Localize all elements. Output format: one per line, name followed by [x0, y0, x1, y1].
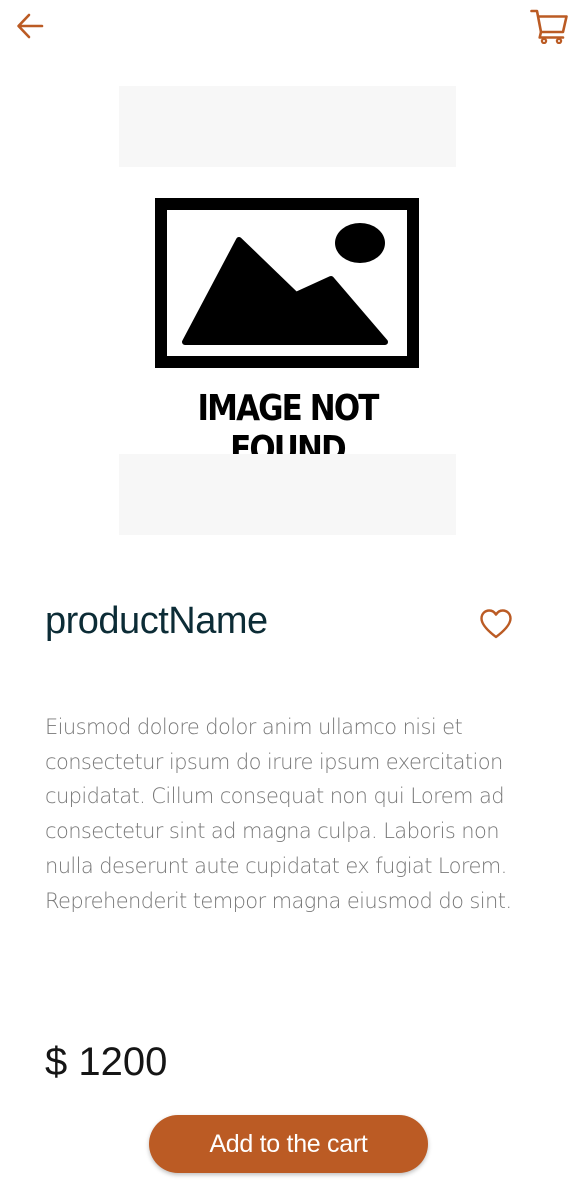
image-band-top [119, 86, 456, 167]
arrow-left-icon [17, 13, 44, 39]
favorite-button[interactable] [476, 604, 516, 644]
image-band-bottom [119, 454, 456, 535]
heart-outline-icon [480, 609, 512, 639]
image-placeholder-icon [155, 198, 419, 368]
product-price: $ 1200 [45, 1040, 168, 1084]
product-name: productName [45, 600, 268, 642]
product-description: Eiusmod dolore dolor anim ullamco nisi e… [45, 715, 512, 913]
cart-button[interactable] [527, 6, 571, 46]
shopping-cart-icon [530, 9, 568, 44]
back-button[interactable] [10, 8, 50, 44]
product-image: IMAGE NOT FOUND [119, 86, 456, 535]
add-to-cart-button[interactable]: Add to the cart [149, 1115, 428, 1173]
